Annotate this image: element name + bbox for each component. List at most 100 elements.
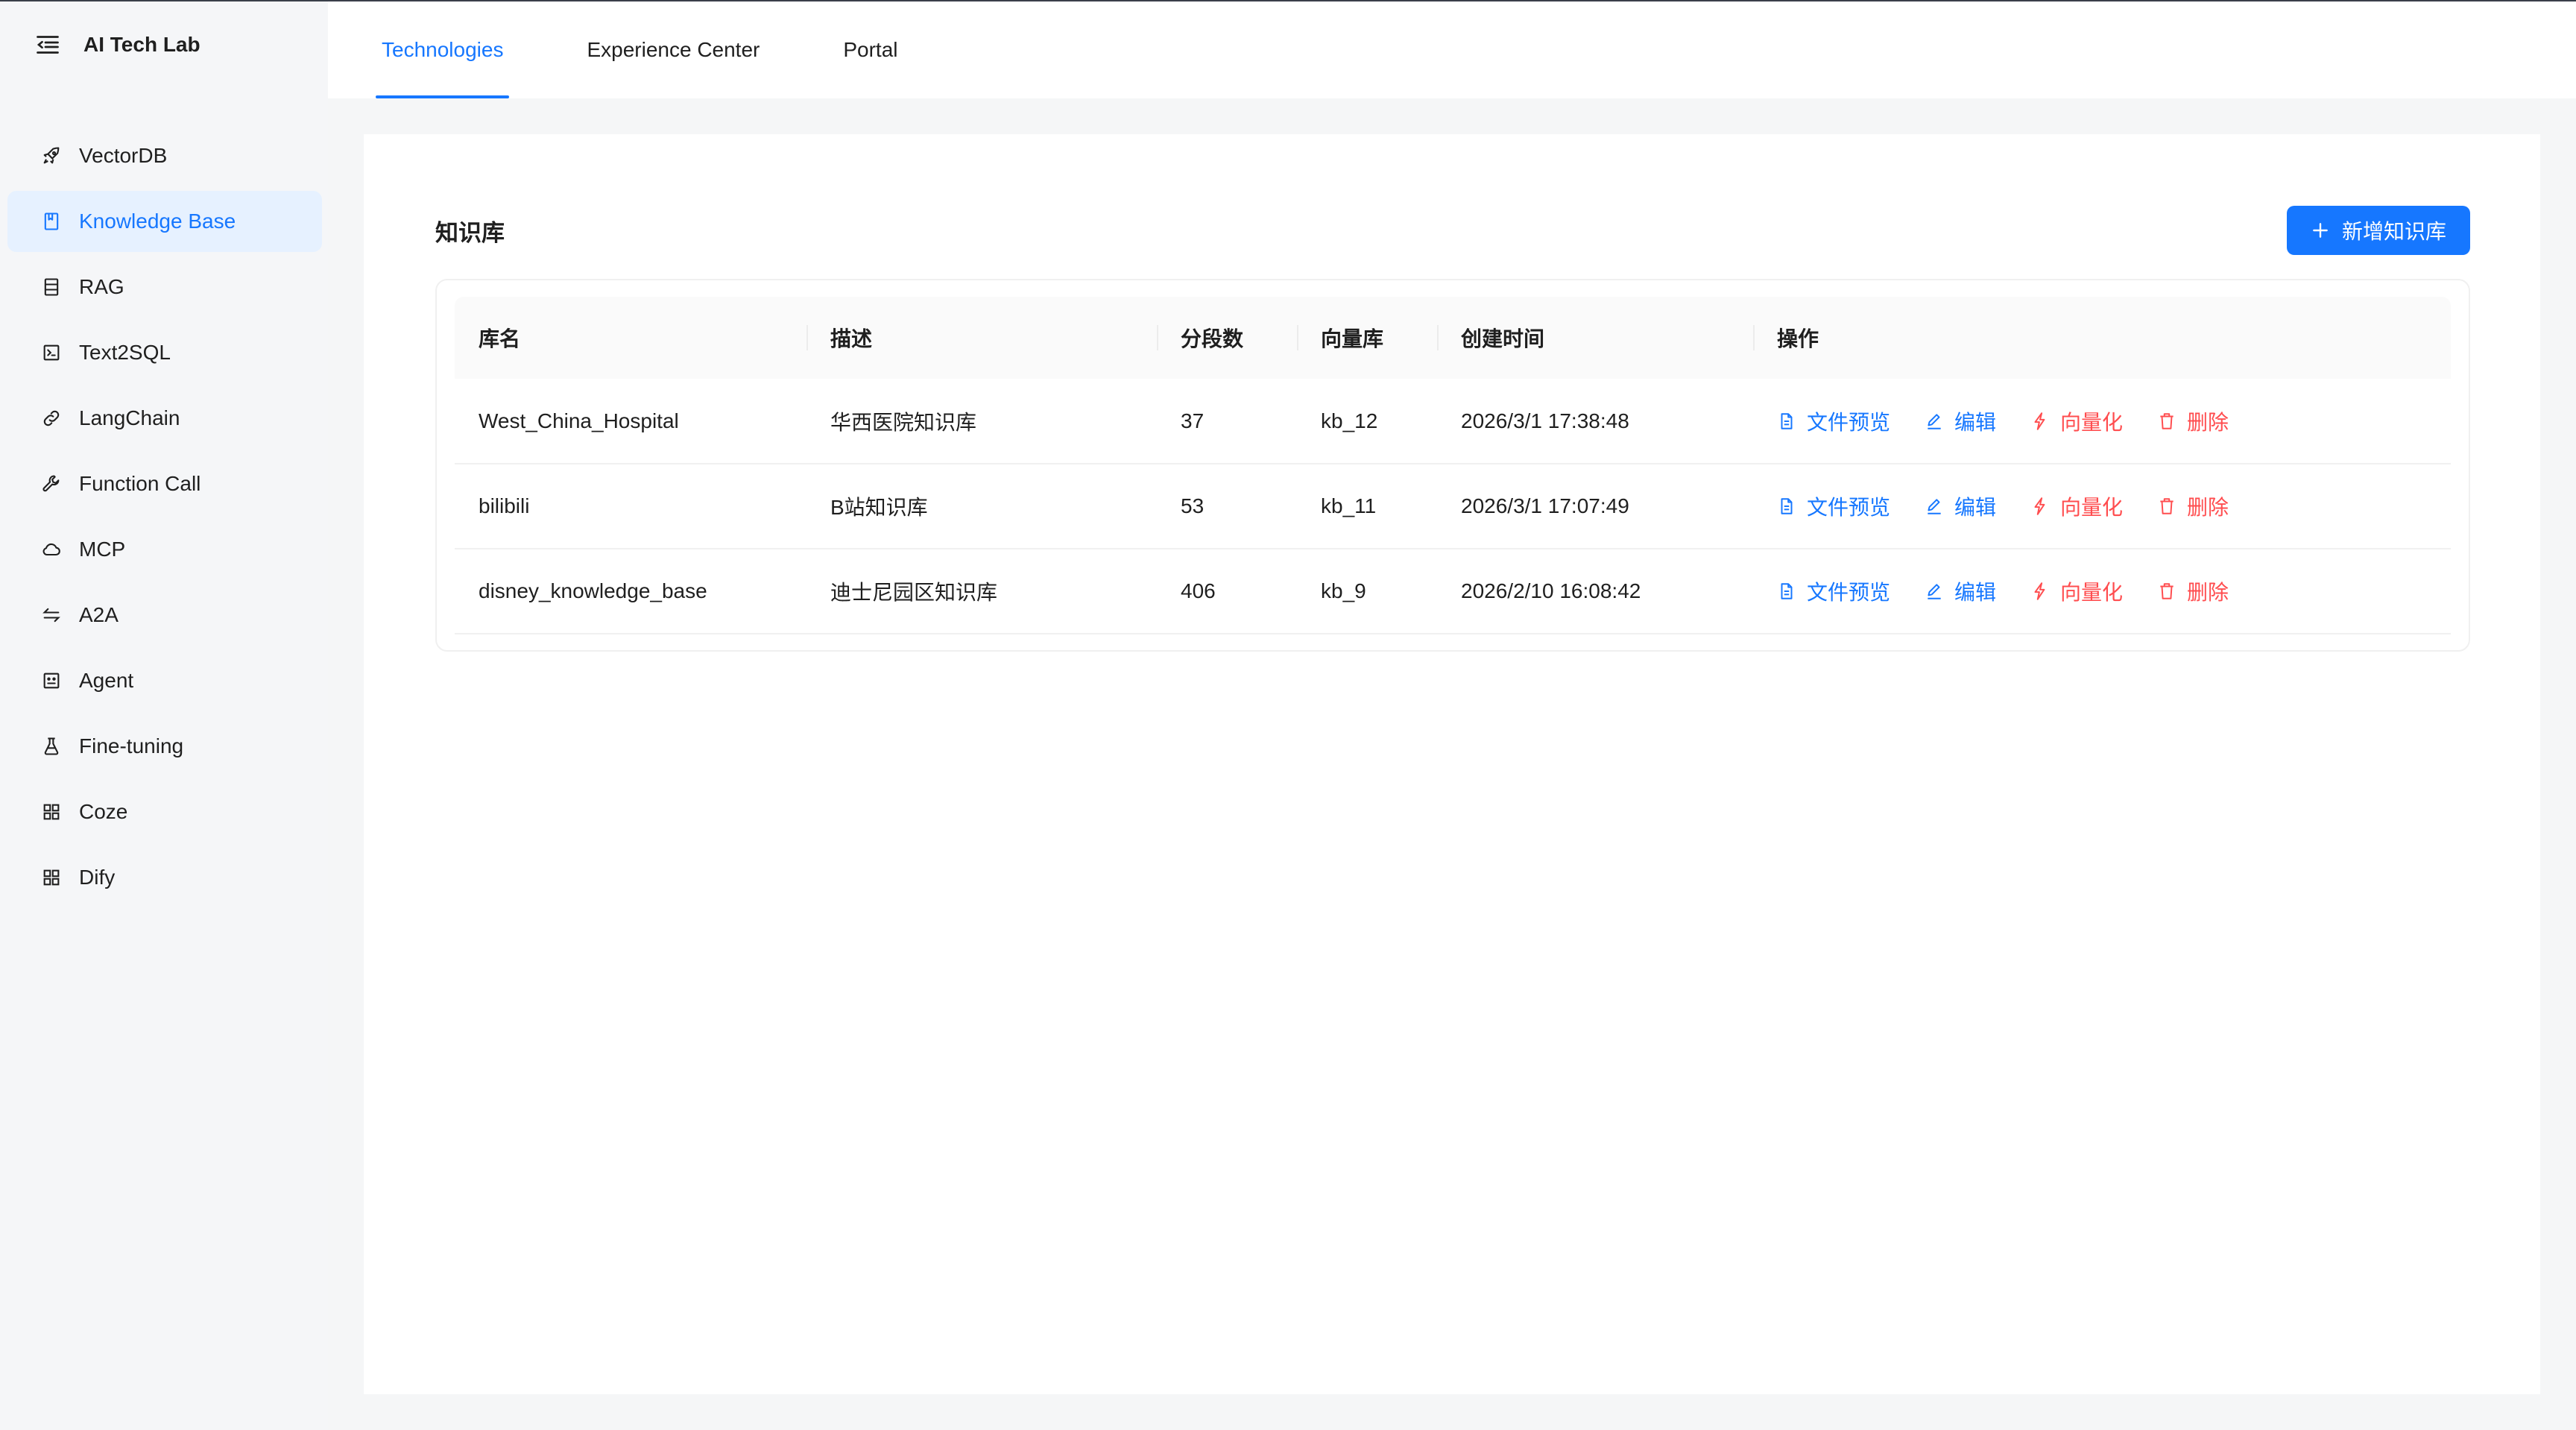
column-header-segments: 分段数 xyxy=(1157,297,1297,379)
preview-file-button[interactable]: 文件预览 xyxy=(1777,491,1890,521)
book-icon xyxy=(40,210,63,233)
appstore-icon xyxy=(40,866,63,889)
column-header-description: 描述 xyxy=(806,297,1157,379)
sidebar-item-mcp[interactable]: MCP xyxy=(7,519,322,580)
table-row: West_China_Hospital 华西医院知识库 37 kb_12 202… xyxy=(455,379,2451,464)
cloud-icon xyxy=(40,538,63,561)
edit-button[interactable]: 编辑 xyxy=(1925,576,1996,606)
column-header-actions: 操作 xyxy=(1753,297,2451,379)
vectorize-button[interactable]: 向量化 xyxy=(2030,491,2123,521)
cell-created-at: 2026/3/1 17:38:48 xyxy=(1437,379,1753,464)
sidebar-item-knowledge-base[interactable]: Knowledge Base xyxy=(7,191,322,252)
preview-label: 文件预览 xyxy=(1807,496,1891,519)
row-actions: 文件预览 编辑 向量化 删除 xyxy=(1777,406,2451,436)
link-icon xyxy=(40,407,63,429)
vectorize-label: 向量化 xyxy=(2060,410,2124,434)
sidebar-item-langchain[interactable]: LangChain xyxy=(7,388,322,449)
thunderbolt-icon xyxy=(2030,412,2050,431)
table-header-row: 库名 描述 分段数 向量库 创建时间 操作 xyxy=(455,297,2451,379)
cell-created-at: 2026/2/10 16:08:42 xyxy=(1437,549,1753,634)
sidebar-item-label: Fine-tuning xyxy=(79,734,184,757)
preview-label: 文件预览 xyxy=(1807,581,1891,604)
thunderbolt-icon xyxy=(2030,582,2050,601)
file-icon xyxy=(1777,412,1796,431)
preview-file-button[interactable]: 文件预览 xyxy=(1777,406,1890,436)
appstore-icon xyxy=(40,801,63,823)
file-icon xyxy=(1777,582,1796,601)
delete-button[interactable]: 删除 xyxy=(2157,576,2229,606)
sidebar-item-label: MCP xyxy=(79,538,126,561)
cell-segments: 406 xyxy=(1157,549,1297,634)
add-button-label: 新增知识库 xyxy=(2341,220,2446,243)
sidebar-item-label: Agent xyxy=(79,669,134,692)
sidebar-item-fine-tuning[interactable]: Fine-tuning xyxy=(7,716,322,777)
vectorize-button[interactable]: 向量化 xyxy=(2030,406,2123,436)
table-row: bilibili B站知识库 53 kb_11 2026/3/1 17:07:4… xyxy=(455,464,2451,549)
cell-actions: 文件预览 编辑 向量化 删除 xyxy=(1753,464,2451,549)
sidebar-item-a2a[interactable]: A2A xyxy=(7,585,322,646)
swap-icon xyxy=(40,604,63,626)
sidebar-item-label: A2A xyxy=(79,603,119,626)
cell-name: disney_knowledge_base xyxy=(455,549,806,634)
row-actions: 文件预览 编辑 向量化 删除 xyxy=(1777,576,2451,606)
sidebar-item-label: Coze xyxy=(79,800,128,823)
knowledge-base-table: 库名 描述 分段数 向量库 创建时间 操作 West_China_Hospita… xyxy=(455,297,2451,634)
sidebar-item-label: Knowledge Base xyxy=(79,210,236,233)
thunderbolt-icon xyxy=(2030,497,2050,516)
vectorize-button[interactable]: 向量化 xyxy=(2030,576,2123,606)
sidebar-item-dify[interactable]: Dify xyxy=(7,847,322,908)
cell-name: bilibili xyxy=(455,464,806,549)
sidebar-item-label: Dify xyxy=(79,866,116,889)
menu-fold-icon[interactable] xyxy=(34,31,61,58)
cell-segments: 37 xyxy=(1157,379,1297,464)
delete-label: 删除 xyxy=(2187,581,2229,604)
table-row: disney_knowledge_base 迪士尼园区知识库 406 kb_9 … xyxy=(455,549,2451,634)
database-icon xyxy=(40,276,63,298)
cell-description: 华西医院知识库 xyxy=(806,379,1157,464)
tool-icon xyxy=(40,473,63,495)
cell-name: West_China_Hospital xyxy=(455,379,806,464)
delete-label: 删除 xyxy=(2187,410,2229,434)
delete-button[interactable]: 删除 xyxy=(2157,406,2229,436)
cell-description: 迪士尼园区知识库 xyxy=(806,549,1157,634)
cell-segments: 53 xyxy=(1157,464,1297,549)
experiment-icon xyxy=(40,735,63,757)
sidebar-item-text2sql[interactable]: Text2SQL xyxy=(7,322,322,383)
sidebar-item-label: Function Call xyxy=(79,472,201,495)
file-icon xyxy=(1777,497,1796,516)
robot-icon xyxy=(40,670,63,692)
tab-portal[interactable]: Portal xyxy=(837,1,903,98)
knowledge-base-card: 知识库 新增知识库 库名 描述 分段数 向量库 创建时间 操作 West_Chi… xyxy=(364,134,2540,1394)
edit-label: 编辑 xyxy=(1954,496,1997,519)
sidebar-item-label: Text2SQL xyxy=(79,341,171,364)
sidebar-nav: VectorDB Knowledge Base RAG Text2SQL Lan… xyxy=(7,125,322,913)
sidebar-item-agent[interactable]: Agent xyxy=(7,650,322,711)
sidebar: AI Tech Lab VectorDB Knowledge Base RAG … xyxy=(0,1,328,1430)
sidebar-item-label: LangChain xyxy=(79,406,180,429)
sidebar-item-function-call[interactable]: Function Call xyxy=(7,453,322,514)
delete-button[interactable]: 删除 xyxy=(2157,491,2229,521)
sidebar-item-coze[interactable]: Coze xyxy=(7,781,322,842)
edit-button[interactable]: 编辑 xyxy=(1925,406,1996,436)
brand: AI Tech Lab xyxy=(34,28,201,61)
add-knowledge-base-button[interactable]: 新增知识库 xyxy=(2286,206,2470,255)
cell-vector-store: kb_9 xyxy=(1297,549,1437,634)
cell-description: B站知识库 xyxy=(806,464,1157,549)
edit-icon xyxy=(1925,582,1944,601)
tab-experience-center[interactable]: Experience Center xyxy=(581,1,765,98)
tab-technologies[interactable]: Technologies xyxy=(376,1,510,98)
sidebar-item-label: VectorDB xyxy=(79,144,168,167)
sidebar-item-vectordb[interactable]: VectorDB xyxy=(7,125,322,186)
preview-file-button[interactable]: 文件预览 xyxy=(1777,576,1890,606)
top-tabs: Technologies Experience Center Portal xyxy=(376,1,904,98)
app-title: AI Tech Lab xyxy=(83,33,201,56)
column-header-name: 库名 xyxy=(479,327,521,350)
edit-icon xyxy=(1925,497,1944,516)
trash-icon xyxy=(2157,497,2176,516)
column-header-vector-store: 向量库 xyxy=(1297,297,1437,379)
sidebar-item-label: RAG xyxy=(79,275,124,298)
top-nav: Technologies Experience Center Portal xyxy=(328,1,2576,98)
preview-label: 文件预览 xyxy=(1807,410,1891,434)
sidebar-item-rag[interactable]: RAG xyxy=(7,256,322,318)
edit-button[interactable]: 编辑 xyxy=(1925,491,1996,521)
